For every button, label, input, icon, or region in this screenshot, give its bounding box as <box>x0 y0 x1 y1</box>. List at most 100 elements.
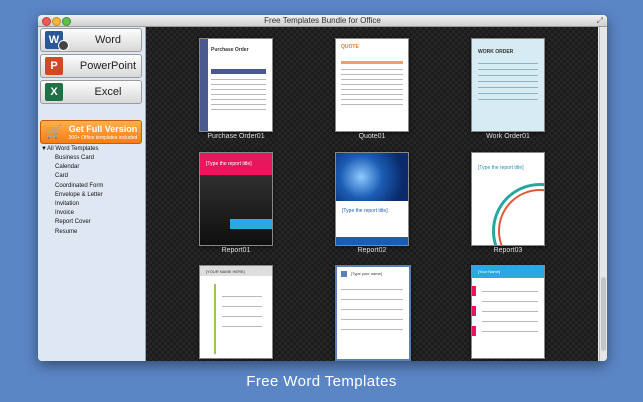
category-item[interactable]: Invoice <box>38 209 144 218</box>
template-label: Purchase Order01 <box>207 133 265 140</box>
thumb-line <box>341 99 403 100</box>
side-tab <box>472 326 476 336</box>
category-item[interactable]: Business Card <box>38 154 144 163</box>
excel-icon: X <box>45 83 63 101</box>
thumb-line <box>482 301 538 302</box>
category-item[interactable]: Envelope & Letter <box>38 191 144 200</box>
word-button[interactable]: W Word <box>40 28 142 52</box>
side-tab <box>472 306 476 316</box>
thumb-line <box>478 63 538 64</box>
template-gallery: Purchase Order Purchase Order01 QUOTE Qu… <box>146 27 598 361</box>
thumb-heading: [Type the report title] <box>342 208 388 214</box>
footer-band <box>336 237 408 245</box>
category-header[interactable]: ▼ All Word Templates <box>38 145 144 153</box>
thumb-line <box>341 289 403 290</box>
get-full-version-button[interactable]: 🛒 Get Full Version 300+ Office templates… <box>40 120 142 144</box>
template-label: Quote01 <box>358 133 386 140</box>
template-tile-report02[interactable]: [Type the report title] Report02 <box>335 152 409 256</box>
category-item[interactable]: Resume <box>38 228 144 237</box>
category-item[interactable]: Coordinated Form <box>38 182 144 191</box>
thumb-line <box>478 87 538 88</box>
scrollbar-thumb[interactable] <box>601 277 606 351</box>
thumb-line <box>341 74 403 75</box>
check-badge-icon <box>58 40 69 51</box>
thumb-heading: Purchase Order <box>211 47 249 53</box>
thumb-heading: [Type the report title] <box>206 161 252 167</box>
template-thumbnail[interactable]: [Type the report title] <box>471 152 545 246</box>
template-thumbnail[interactable]: [Type your name] <box>335 265 411 361</box>
thumb-line <box>482 321 538 322</box>
thumb-line <box>341 69 403 70</box>
thumb-line <box>341 329 403 330</box>
template-thumbnail[interactable]: [Type the report title] <box>199 152 273 246</box>
template-tile-report01[interactable]: [Type the report title] Report01 <box>199 152 273 256</box>
category-item[interactable]: Card <box>38 172 144 181</box>
thumb-heading: [Type the report title] <box>478 165 524 171</box>
template-tile-work-order01[interactable]: WORK ORDER Work Order01 <box>471 38 545 142</box>
template-label: Work Order01 <box>486 133 530 140</box>
thumb-heading: WORK ORDER <box>478 49 514 55</box>
thumb-line <box>211 94 266 95</box>
thumb-heading: [Your Name] <box>478 269 501 274</box>
powerpoint-button-label: PowerPoint <box>79 60 137 72</box>
template-label: Report01 <box>221 247 251 254</box>
template-tile-resume[interactable]: [YOUR NAME HERE] <box>199 265 273 361</box>
promo-caption: Free Word Templates <box>246 373 397 390</box>
template-thumbnail[interactable]: [YOUR NAME HERE] <box>199 265 273 359</box>
thumb-line <box>478 75 538 76</box>
template-tile-resume-2[interactable]: [Your Name] <box>471 265 545 361</box>
thumb-line <box>341 309 403 310</box>
thumb-line <box>341 104 403 105</box>
thumb-heading: QUOTE <box>341 44 359 50</box>
thumb-line <box>222 306 262 307</box>
thumb-line <box>341 89 403 90</box>
thumb-line <box>341 299 403 300</box>
category-header-label: All Word Templates <box>47 146 99 152</box>
thumb-line <box>222 296 262 297</box>
template-label: Report02 <box>357 247 387 254</box>
template-tile-purchase-order01[interactable]: Purchase Order Purchase Order01 <box>199 38 273 142</box>
thumb-line <box>222 326 262 327</box>
logo-square <box>341 271 347 277</box>
side-stripe <box>200 39 208 131</box>
minimize-window-button[interactable] <box>52 17 61 26</box>
thumb-line <box>482 291 538 292</box>
category-item[interactable]: Report Cover <box>38 218 144 227</box>
thumb-line <box>211 104 266 105</box>
close-window-button[interactable] <box>42 17 51 26</box>
thumb-line <box>211 109 266 110</box>
timeline-line <box>214 284 216 354</box>
excel-button-label: Excel <box>94 86 122 98</box>
category-item[interactable]: Invitation <box>38 200 144 209</box>
thumb-line <box>482 311 538 312</box>
globe-image <box>336 153 408 201</box>
template-thumbnail[interactable]: Purchase Order <box>199 38 273 132</box>
template-thumbnail[interactable]: QUOTE <box>335 38 409 132</box>
thumb-line <box>222 316 262 317</box>
template-thumbnail[interactable]: [Your Name] <box>471 265 545 359</box>
app-window: Free Templates Bundle for Office ⤢ W Wor… <box>38 15 607 361</box>
thumb-line <box>211 84 266 85</box>
zoom-window-button[interactable] <box>62 17 71 26</box>
gallery-scrollbar[interactable] <box>599 27 607 361</box>
category-list: Business Card Calendar Card Coordinated … <box>38 154 144 237</box>
fullscreen-icon[interactable]: ⤢ <box>597 16 603 25</box>
category-item[interactable]: Calendar <box>38 163 144 172</box>
thumb-line <box>478 93 538 94</box>
template-thumbnail[interactable]: [Type the report title] <box>335 152 409 246</box>
template-tile-form[interactable]: [Type your name] <box>335 265 411 361</box>
template-tile-report03[interactable]: [Type the report title] Report03 <box>471 152 545 256</box>
thumb-line <box>211 99 266 100</box>
excel-button[interactable]: X Excel <box>40 80 142 104</box>
template-tile-quote01[interactable]: QUOTE Quote01 <box>335 38 409 142</box>
thumb-line <box>341 79 403 80</box>
thumb-line <box>341 84 403 85</box>
powerpoint-button[interactable]: P PowerPoint <box>40 54 142 78</box>
title-bar: Free Templates Bundle for Office ⤢ <box>38 15 607 27</box>
template-thumbnail[interactable]: WORK ORDER <box>471 38 545 132</box>
thumb-line <box>341 94 403 95</box>
word-button-label: Word <box>94 34 122 46</box>
thumb-line <box>478 81 538 82</box>
cart-icon: 🛒 <box>46 124 63 139</box>
thumb-heading: [YOUR NAME HERE] <box>206 269 245 274</box>
